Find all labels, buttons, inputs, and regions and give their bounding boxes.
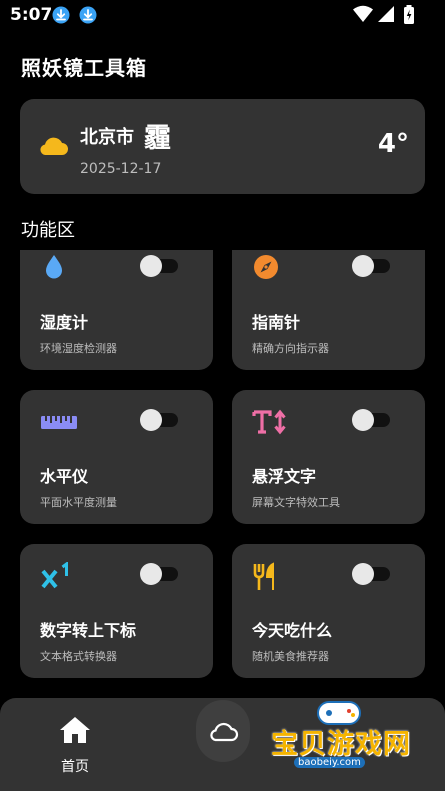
tool-card-floating-text[interactable]: 悬浮文字 屏幕文字特效工具 (232, 390, 425, 524)
tool-grid[interactable]: 湿度计 环境湿度检测器 指南针 精确方向指示器 水平仪 平面水平度测量 悬浮文字… (0, 250, 445, 700)
compass-toggle[interactable] (352, 255, 392, 277)
wifi-icon (353, 5, 373, 22)
download-icon (52, 6, 70, 24)
cloud-outline-icon (210, 722, 239, 742)
nav-home-tab[interactable]: 首页 (52, 716, 98, 776)
weather-city: 北京市 (80, 127, 134, 148)
nav-home-label: 首页 (61, 759, 89, 775)
app-title: 照妖镜工具箱 (21, 56, 147, 80)
tool-name: 指南针 (252, 313, 301, 332)
tool-name: 水平仪 (40, 467, 89, 486)
tool-card-hygrometer[interactable]: 湿度计 环境湿度检测器 (20, 250, 213, 370)
tool-name: 湿度计 (40, 313, 89, 332)
watermark-text: 宝贝游戏网 (271, 729, 411, 760)
compass-icon (254, 255, 278, 279)
download-icon (79, 6, 97, 24)
nav-weather-button[interactable] (196, 700, 250, 762)
watermark-logo: 宝贝游戏网 baobeiy.com (266, 696, 416, 788)
ruler-icon (41, 416, 77, 429)
status-time: 5:07 (10, 5, 53, 25)
superscript-icon (41, 562, 68, 589)
weather-temperature: 4° (377, 129, 409, 159)
fork-knife-icon (253, 562, 274, 590)
tool-name: 今天吃什么 (252, 621, 333, 640)
tool-name: 数字转上下标 (40, 621, 137, 640)
tool-card-compass[interactable]: 指南针 精确方向指示器 (232, 250, 425, 370)
signal-icon (378, 6, 394, 22)
level-toggle[interactable] (140, 409, 180, 431)
tool-desc: 环境湿度检测器 (40, 342, 117, 355)
tool-desc: 屏幕文字特效工具 (252, 496, 340, 509)
water-drop-icon (46, 255, 62, 279)
tool-desc: 随机美食推荐器 (252, 650, 329, 663)
tool-card-superscript[interactable]: 数字转上下标 文本格式转换器 (20, 544, 213, 678)
cloud-icon (40, 137, 68, 155)
weather-card[interactable]: 北京市 霾 2025-12-17 4° (20, 99, 425, 194)
home-icon (60, 717, 90, 743)
tool-desc: 平面水平度测量 (40, 496, 117, 509)
tool-desc: 精确方向指示器 (252, 342, 329, 355)
battery-charging-icon (404, 5, 414, 24)
hygrometer-toggle[interactable] (140, 255, 180, 277)
floating-text-toggle[interactable] (352, 409, 392, 431)
tool-card-level[interactable]: 水平仪 平面水平度测量 (20, 390, 213, 524)
what-to-eat-toggle[interactable] (352, 563, 392, 585)
section-title: 功能区 (21, 220, 75, 241)
tool-card-what-to-eat[interactable]: 今天吃什么 随机美食推荐器 (232, 544, 425, 678)
watermark-url: baobeiy.com (294, 757, 365, 768)
tool-desc: 文本格式转换器 (40, 650, 117, 663)
text-height-icon (252, 409, 286, 435)
status-bar: 5:07 (0, 0, 445, 30)
weather-condition: 霾 (144, 123, 171, 154)
superscript-toggle[interactable] (140, 563, 180, 585)
weather-date: 2025-12-17 (80, 161, 162, 177)
tool-name: 悬浮文字 (252, 467, 317, 486)
